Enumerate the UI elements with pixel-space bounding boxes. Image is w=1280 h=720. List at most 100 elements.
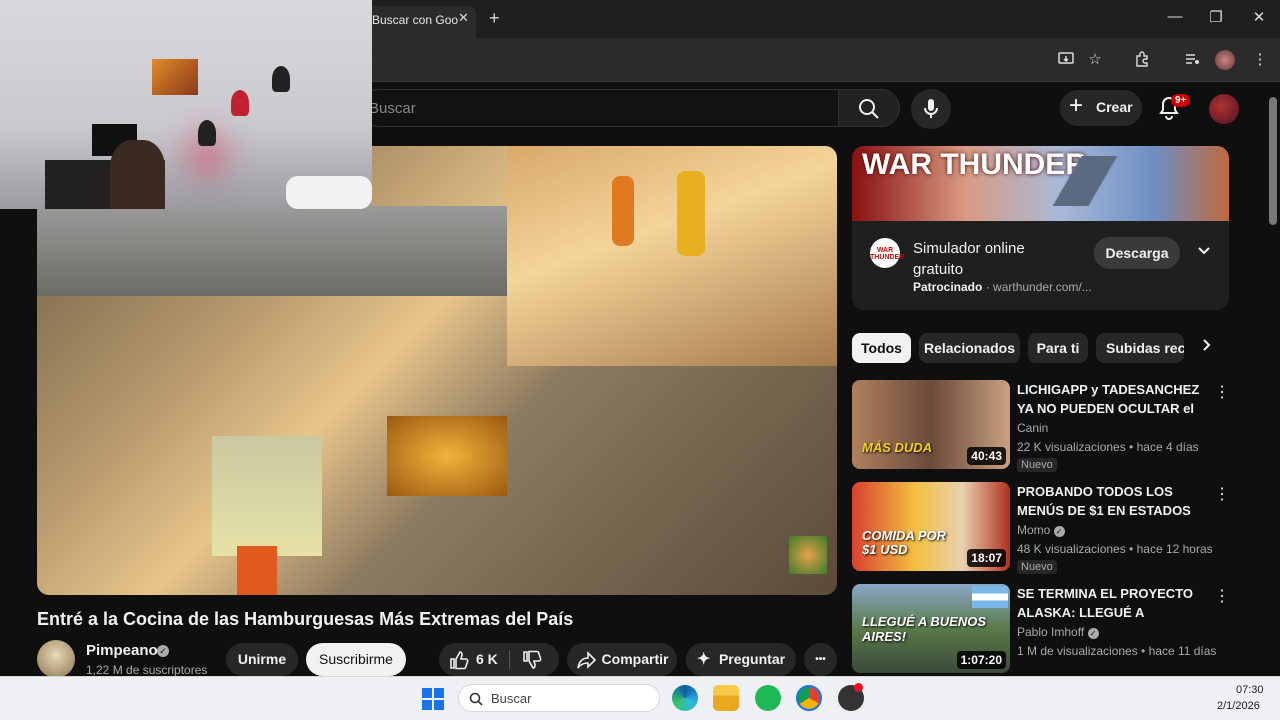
taskbar-clock-date[interactable]: 2/1/2026 [1217,700,1260,712]
thumbs-up-icon[interactable] [449,650,469,670]
thumbs-down-icon[interactable] [522,650,542,670]
more-actions-button[interactable]: ••• [804,643,837,676]
voice-search-button[interactable] [911,89,951,129]
bed [286,176,372,209]
obs-icon[interactable] [838,683,864,711]
browser-menu-icon[interactable]: ⋮ [1250,50,1270,70]
video-thumbnail[interactable]: COMIDA POR $1 USD 18:07 [852,482,1010,571]
share-label: Compartir [601,651,669,667]
wall-cap [198,120,216,146]
account-avatar[interactable] [1209,94,1239,124]
video-title[interactable]: PROBANDO TODOS LOS MENÚS DE $1 EN ESTADO… [1017,482,1202,520]
chrome-icon[interactable] [796,685,822,711]
scrollbar-thumb[interactable] [1269,97,1277,225]
maximize-button[interactable]: ❐ [1201,8,1231,26]
search-icon [469,692,483,706]
video-duration: 40:43 [967,447,1006,465]
verified-check-icon: ✓ [157,645,169,657]
verified-check-icon: ✓ [1053,526,1065,537]
start-tile [434,700,444,710]
tab-close-icon[interactable]: ✕ [458,10,469,26]
webcam-overlay [0,0,372,209]
taskbar-search-input[interactable]: Buscar [458,684,660,712]
like-dislike-group: 6 K [439,643,559,676]
video-thumbnail[interactable]: LLEGUÉ A BUENOS AIRES! 1:07:20 [852,584,1010,673]
chevron-down-icon[interactable] [1196,242,1212,263]
search-icon [859,99,879,119]
chevron-right-icon[interactable] [1198,337,1214,358]
new-tab-button[interactable]: + [489,8,500,29]
fryer-basket [212,436,322,556]
sponsored-ad-card[interactable]: WAR THUNDER WAR THUNDER Simulador online… [852,146,1229,310]
channel-name[interactable]: Canin [1017,421,1048,435]
create-label: Crear [1096,99,1133,115]
channel-avatar[interactable] [37,640,75,678]
thumbnail-caption: MÁS DUDA [862,440,933,455]
ad-sponsor-line: Patrocinado · warthunder.com/... [913,280,1092,294]
channel-name-text: Momo [1017,523,1051,537]
chip-subidas-recientes[interactable]: Subidas recie [1096,333,1184,363]
video-title[interactable]: SE TERMINA EL PROYECTO ALASKA: LLEGUÉ A … [1017,584,1202,622]
bookmark-star-icon[interactable]: ☆ [1085,50,1105,70]
more-vert-icon[interactable]: ⋮ [1214,382,1230,402]
share-button[interactable]: Compartir [567,643,677,676]
ad-title[interactable]: Simulador online gratuito [913,238,1063,280]
recording-dot [854,683,863,692]
subscribe-button[interactable]: Suscribirme [306,643,406,676]
close-window-button[interactable]: ✕ [1244,8,1274,26]
join-button[interactable]: Unirme [226,643,298,676]
taskbar-search-placeholder: Buscar [491,691,532,706]
list-item[interactable]: COMIDA POR $1 USD 18:07 PROBANDO TODOS L… [852,482,1230,574]
plus-icon: + [1069,92,1084,119]
channel-name[interactable]: Momo ✓ [1017,523,1065,537]
more-vert-icon[interactable]: ⋮ [1214,484,1230,504]
thumbnail-caption: LLEGUÉ A BUENOS AIRES! [862,614,986,644]
edge-browser-icon[interactable] [672,685,698,711]
share-arrow-icon [577,651,597,669]
wall-cap [231,90,249,116]
sparkle-icon: ✦ [697,651,711,668]
fryer-oil [387,416,507,496]
argentina-flag [972,586,1008,608]
ad-domain: warthunder.com/... [993,280,1092,294]
advertiser-logo[interactable]: WAR THUNDER [870,238,904,268]
chip-relacionados[interactable]: Relacionados [919,333,1020,363]
list-item[interactable]: MÁS DUDA 40:43 LICHIGAPP y TADESANCHEZ Y… [852,380,1230,472]
ask-label: Preguntar [718,651,786,667]
ad-banner-image[interactable]: WAR THUNDER [852,146,1229,221]
minimize-button[interactable]: — [1160,8,1190,25]
channel-watermark[interactable] [789,536,827,574]
verified-check-icon: ✓ [1087,628,1099,639]
search-input[interactable]: Buscar [360,89,838,127]
file-explorer-icon[interactable] [713,685,739,711]
windows-start-icon[interactable] [422,688,444,710]
start-tile [434,688,444,698]
video-duration: 1:07:20 [956,651,1006,669]
chip-para-ti[interactable]: Para ti [1028,333,1088,363]
chip-todos[interactable]: Todos [852,333,911,363]
media-control-icon[interactable] [1182,50,1202,70]
wall-painting [152,59,198,95]
notifications-badge: 9+ [1171,94,1191,107]
list-item[interactable]: LLEGUÉ A BUENOS AIRES! 1:07:20 SE TERMIN… [852,584,1230,676]
start-tile [422,700,432,710]
spotify-icon[interactable] [755,685,781,711]
heat-lamp-area [507,146,837,366]
video-thumbnail[interactable]: MÁS DUDA 40:43 [852,380,1010,469]
like-count: 6 K [476,651,498,667]
ask-button[interactable]: ✦ Preguntar [686,643,796,676]
search-button[interactable] [838,89,900,127]
video-title[interactable]: LICHIGAPP y TADESANCHEZ YA NO PUEDEN OCU… [1017,380,1202,418]
jet-silhouette [1027,156,1177,206]
channel-name[interactable]: Pimpeano [86,642,158,659]
profile-avatar[interactable] [1215,50,1235,70]
wall-cap [272,66,290,92]
taskbar-clock-time[interactable]: 07:30 [1236,684,1264,696]
video-player[interactable] [37,146,837,595]
extensions-icon[interactable] [1132,50,1152,70]
ad-download-button[interactable]: Descarga [1094,237,1180,269]
more-vert-icon[interactable]: ⋮ [1214,586,1230,606]
channel-name[interactable]: Pablo Imhoff ✓ [1017,625,1099,639]
install-app-icon[interactable] [1056,50,1076,70]
mustard-bottle [677,171,705,256]
